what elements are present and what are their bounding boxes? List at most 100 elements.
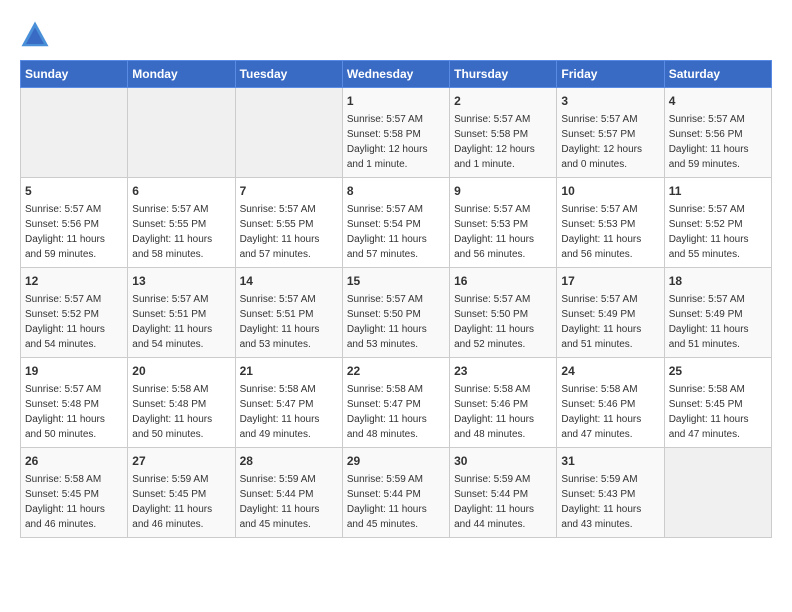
calendar-cell: 5Sunrise: 5:57 AM Sunset: 5:56 PM Daylig…	[21, 178, 128, 268]
day-info: Sunrise: 5:57 AM Sunset: 5:51 PM Dayligh…	[240, 292, 338, 352]
day-number: 8	[347, 182, 445, 200]
day-info: Sunrise: 5:57 AM Sunset: 5:50 PM Dayligh…	[454, 292, 552, 352]
day-info: Sunrise: 5:59 AM Sunset: 5:43 PM Dayligh…	[561, 472, 659, 532]
day-info: Sunrise: 5:57 AM Sunset: 5:57 PM Dayligh…	[561, 112, 659, 172]
day-number: 17	[561, 272, 659, 290]
calendar-week-row: 12 Sunrise: 5:57 AM Sunset: 5:52 PM Dayli…	[21, 268, 772, 358]
day-number: 3	[561, 92, 659, 110]
calendar-cell: 12 Sunrise: 5:57 AM Sunset: 5:52 PM Dayli…	[21, 268, 128, 358]
calendar-cell	[235, 88, 342, 178]
day-number: 14	[240, 272, 338, 290]
day-number: 16	[454, 272, 552, 290]
day-number: 19	[25, 362, 123, 380]
page-header	[20, 20, 772, 50]
day-number: 22	[347, 362, 445, 380]
calendar-cell	[664, 448, 771, 538]
day-info: Sunrise: 5:57 AM Sunset: 5:50 PM Dayligh…	[347, 292, 445, 352]
day-info: Sunrise: 5:57 AM Sunset: 5:54 PM Dayligh…	[347, 202, 445, 262]
calendar-cell: 18 Sunrise: 5:57 AM Sunset: 5:49 PM Dayli…	[664, 268, 771, 358]
calendar-cell: 22 Sunrise: 5:58 AM Sunset: 5:47 PM Dayli…	[342, 358, 449, 448]
day-info: Sunrise: 5:57 AM Sunset: 5:49 PM Dayligh…	[669, 292, 767, 352]
day-number: 12	[25, 272, 123, 290]
day-info: Sunrise: 5:57 AM Sunset: 5:51 PM Dayligh…	[132, 292, 230, 352]
calendar-cell: 20 Sunrise: 5:58 AM Sunset: 5:48 PM Dayli…	[128, 358, 235, 448]
calendar-cell: 26Sunrise: 5:58 AM Sunset: 5:45 PM Dayli…	[21, 448, 128, 538]
calendar-table: SundayMondayTuesdayWednesdayThursdayFrid…	[20, 60, 772, 538]
day-number: 31	[561, 452, 659, 470]
calendar-cell: 15 Sunrise: 5:57 AM Sunset: 5:50 PM Dayli…	[342, 268, 449, 358]
day-number: 15	[347, 272, 445, 290]
logo	[20, 20, 54, 50]
calendar-cell: 27 Sunrise: 5:59 AM Sunset: 5:45 PM Dayli…	[128, 448, 235, 538]
day-info: Sunrise: 5:57 AM Sunset: 5:52 PM Dayligh…	[669, 202, 767, 262]
calendar-cell: 10Sunrise: 5:57 AM Sunset: 5:53 PM Dayli…	[557, 178, 664, 268]
day-info: Sunrise: 5:58 AM Sunset: 5:47 PM Dayligh…	[240, 382, 338, 442]
calendar-cell: 25 Sunrise: 5:58 AM Sunset: 5:45 PM Dayli…	[664, 358, 771, 448]
day-number: 11	[669, 182, 767, 200]
day-number: 28	[240, 452, 338, 470]
day-info: Sunrise: 5:58 AM Sunset: 5:46 PM Dayligh…	[454, 382, 552, 442]
day-info: Sunrise: 5:59 AM Sunset: 5:44 PM Dayligh…	[454, 472, 552, 532]
weekday-header: Saturday	[664, 61, 771, 88]
calendar-cell: 23Sunrise: 5:58 AM Sunset: 5:46 PM Dayli…	[450, 358, 557, 448]
calendar-cell: 31 Sunrise: 5:59 AM Sunset: 5:43 PM Dayli…	[557, 448, 664, 538]
weekday-header: Sunday	[21, 61, 128, 88]
day-number: 4	[669, 92, 767, 110]
day-number: 21	[240, 362, 338, 380]
day-number: 2	[454, 92, 552, 110]
calendar-cell: 29Sunrise: 5:59 AM Sunset: 5:44 PM Dayli…	[342, 448, 449, 538]
weekday-header: Friday	[557, 61, 664, 88]
calendar-cell: 19Sunrise: 5:57 AM Sunset: 5:48 PM Dayli…	[21, 358, 128, 448]
logo-icon	[20, 20, 50, 50]
day-number: 25	[669, 362, 767, 380]
day-info: Sunrise: 5:59 AM Sunset: 5:45 PM Dayligh…	[132, 472, 230, 532]
day-info: Sunrise: 5:59 AM Sunset: 5:44 PM Dayligh…	[347, 472, 445, 532]
calendar-cell: 4 Sunrise: 5:57 AM Sunset: 5:56 PM Daylig…	[664, 88, 771, 178]
day-number: 7	[240, 182, 338, 200]
calendar-cell: 16 Sunrise: 5:57 AM Sunset: 5:50 PM Dayli…	[450, 268, 557, 358]
day-info: Sunrise: 5:58 AM Sunset: 5:48 PM Dayligh…	[132, 382, 230, 442]
day-info: Sunrise: 5:57 AM Sunset: 5:49 PM Dayligh…	[561, 292, 659, 352]
calendar-cell: 13 Sunrise: 5:57 AM Sunset: 5:51 PM Dayli…	[128, 268, 235, 358]
calendar-cell: 6Sunrise: 5:57 AM Sunset: 5:55 PM Daylig…	[128, 178, 235, 268]
day-info: Sunrise: 5:57 AM Sunset: 5:52 PM Dayligh…	[25, 292, 123, 352]
calendar-header: SundayMondayTuesdayWednesdayThursdayFrid…	[21, 61, 772, 88]
day-info: Sunrise: 5:57 AM Sunset: 5:55 PM Dayligh…	[240, 202, 338, 262]
day-info: Sunrise: 5:57 AM Sunset: 5:58 PM Dayligh…	[347, 112, 445, 172]
day-number: 9	[454, 182, 552, 200]
day-number: 18	[669, 272, 767, 290]
calendar-week-row: 1 Sunrise: 5:57 AM Sunset: 5:58 PM Daylig…	[21, 88, 772, 178]
day-info: Sunrise: 5:57 AM Sunset: 5:56 PM Dayligh…	[25, 202, 123, 262]
calendar-cell: 2Sunrise: 5:57 AM Sunset: 5:58 PM Daylig…	[450, 88, 557, 178]
weekday-header: Thursday	[450, 61, 557, 88]
day-info: Sunrise: 5:57 AM Sunset: 5:56 PM Dayligh…	[669, 112, 767, 172]
calendar-cell	[128, 88, 235, 178]
day-number: 1	[347, 92, 445, 110]
calendar-cell: 7 Sunrise: 5:57 AM Sunset: 5:55 PM Daylig…	[235, 178, 342, 268]
day-number: 20	[132, 362, 230, 380]
day-number: 27	[132, 452, 230, 470]
day-info: Sunrise: 5:57 AM Sunset: 5:53 PM Dayligh…	[454, 202, 552, 262]
weekday-header: Monday	[128, 61, 235, 88]
calendar-body: 1 Sunrise: 5:57 AM Sunset: 5:58 PM Daylig…	[21, 88, 772, 538]
day-number: 24	[561, 362, 659, 380]
calendar-cell: 21 Sunrise: 5:58 AM Sunset: 5:47 PM Dayli…	[235, 358, 342, 448]
day-number: 13	[132, 272, 230, 290]
calendar-cell: 11 Sunrise: 5:57 AM Sunset: 5:52 PM Dayli…	[664, 178, 771, 268]
day-info: Sunrise: 5:58 AM Sunset: 5:45 PM Dayligh…	[669, 382, 767, 442]
calendar-cell: 24 Sunrise: 5:58 AM Sunset: 5:46 PM Dayli…	[557, 358, 664, 448]
day-info: Sunrise: 5:58 AM Sunset: 5:46 PM Dayligh…	[561, 382, 659, 442]
calendar-cell: 14 Sunrise: 5:57 AM Sunset: 5:51 PM Dayli…	[235, 268, 342, 358]
calendar-week-row: 5Sunrise: 5:57 AM Sunset: 5:56 PM Daylig…	[21, 178, 772, 268]
calendar-cell: 17 Sunrise: 5:57 AM Sunset: 5:49 PM Dayli…	[557, 268, 664, 358]
calendar-cell: 1 Sunrise: 5:57 AM Sunset: 5:58 PM Daylig…	[342, 88, 449, 178]
day-info: Sunrise: 5:59 AM Sunset: 5:44 PM Dayligh…	[240, 472, 338, 532]
day-info: Sunrise: 5:58 AM Sunset: 5:47 PM Dayligh…	[347, 382, 445, 442]
day-info: Sunrise: 5:57 AM Sunset: 5:55 PM Dayligh…	[132, 202, 230, 262]
day-info: Sunrise: 5:58 AM Sunset: 5:45 PM Dayligh…	[25, 472, 123, 532]
calendar-week-row: 19Sunrise: 5:57 AM Sunset: 5:48 PM Dayli…	[21, 358, 772, 448]
calendar-cell: 8 Sunrise: 5:57 AM Sunset: 5:54 PM Daylig…	[342, 178, 449, 268]
day-number: 10	[561, 182, 659, 200]
weekday-header: Wednesday	[342, 61, 449, 88]
calendar-cell: 9 Sunrise: 5:57 AM Sunset: 5:53 PM Daylig…	[450, 178, 557, 268]
